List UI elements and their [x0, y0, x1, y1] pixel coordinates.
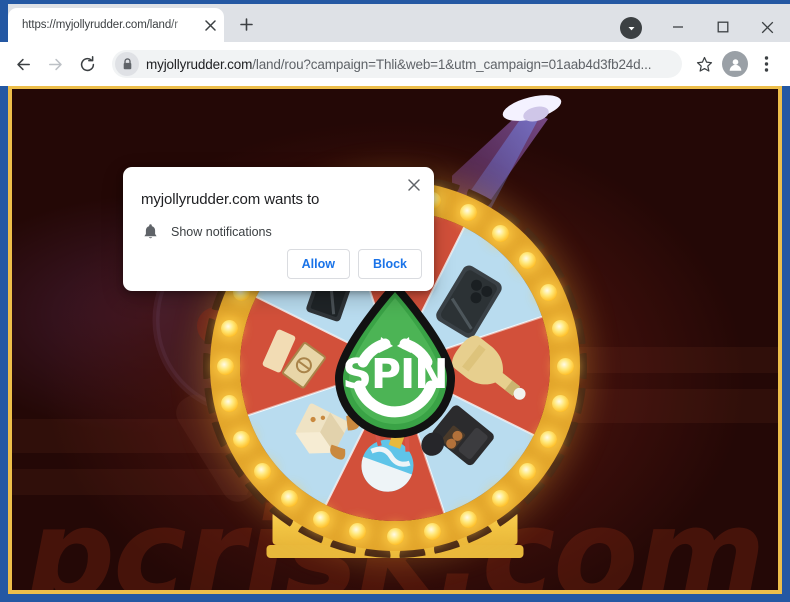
wheel-bulb	[519, 251, 537, 269]
cash-money-icon	[262, 329, 326, 389]
forward-arrow-icon	[40, 49, 70, 79]
lock-icon[interactable]	[115, 52, 139, 76]
bell-icon	[144, 224, 157, 239]
new-tab-button[interactable]	[232, 10, 260, 38]
wheel-bulb	[539, 283, 557, 301]
tab-close-icon[interactable]	[200, 15, 220, 35]
url-host: myjollyrudder.com	[146, 56, 253, 72]
spin-button[interactable]: SPIN	[319, 282, 471, 450]
wheel-bulb	[552, 319, 570, 337]
page-viewport: pcrisk.com	[0, 86, 790, 602]
url-path: /land/rou?campaign=Thli&web=1&utm_campai…	[252, 56, 652, 72]
tab-strip: https://myjollyrudder.com/land/r	[0, 0, 790, 42]
address-bar-text: myjollyrudder.com/land/rou?campaign=Thli…	[146, 57, 651, 72]
profile-chevron-icon[interactable]	[620, 17, 642, 39]
close-icon[interactable]	[403, 174, 425, 196]
block-button[interactable]: Block	[357, 249, 422, 279]
notification-permission-dialog: myjollyrudder.com wants to Show notifica…	[123, 167, 434, 291]
wheel-bulb	[348, 523, 366, 541]
reload-icon[interactable]	[72, 49, 102, 79]
wheel-bulb	[539, 431, 557, 449]
allow-button[interactable]: Allow	[286, 249, 350, 279]
address-bar[interactable]: myjollyrudder.com/land/rou?campaign=Thli…	[112, 50, 682, 78]
wheel-bulb	[312, 510, 330, 528]
back-arrow-icon[interactable]	[8, 49, 38, 79]
wheel-bulb	[460, 510, 478, 528]
dialog-actions: Allow Block	[286, 249, 422, 279]
browser-window: https://myjollyrudder.com/land/r myjolly…	[0, 0, 790, 602]
wheel-bulb	[386, 527, 404, 545]
wheel-bulb	[220, 395, 238, 413]
wheel-bulb	[253, 463, 271, 481]
star-icon[interactable]	[690, 50, 718, 78]
maximize-button[interactable]	[700, 8, 745, 46]
dialog-title: myjollyrudder.com wants to	[141, 191, 320, 208]
minimize-button[interactable]	[655, 8, 700, 46]
web-page-content: pcrisk.com	[8, 86, 782, 594]
permission-request-row: Show notifications	[143, 223, 272, 240]
permission-request-label: Show notifications	[171, 224, 272, 239]
browser-toolbar: myjollyrudder.com/land/rou?campaign=Thli…	[0, 42, 790, 86]
close-window-button[interactable]	[745, 8, 790, 46]
tab-title: https://myjollyrudder.com/land/r	[22, 19, 178, 31]
window-controls	[655, 8, 790, 46]
wheel-bulb	[216, 357, 234, 375]
spin-button-label: SPIN	[342, 350, 447, 398]
wheel-bulb	[556, 357, 574, 375]
person-icon[interactable]	[722, 51, 748, 77]
three-dot-menu-icon[interactable]	[752, 50, 780, 78]
browser-tab[interactable]: https://myjollyrudder.com/land/r	[8, 8, 224, 42]
wheel-bulb	[220, 319, 238, 337]
wheel-bulb	[280, 490, 298, 508]
wheel-bulb	[492, 224, 510, 242]
